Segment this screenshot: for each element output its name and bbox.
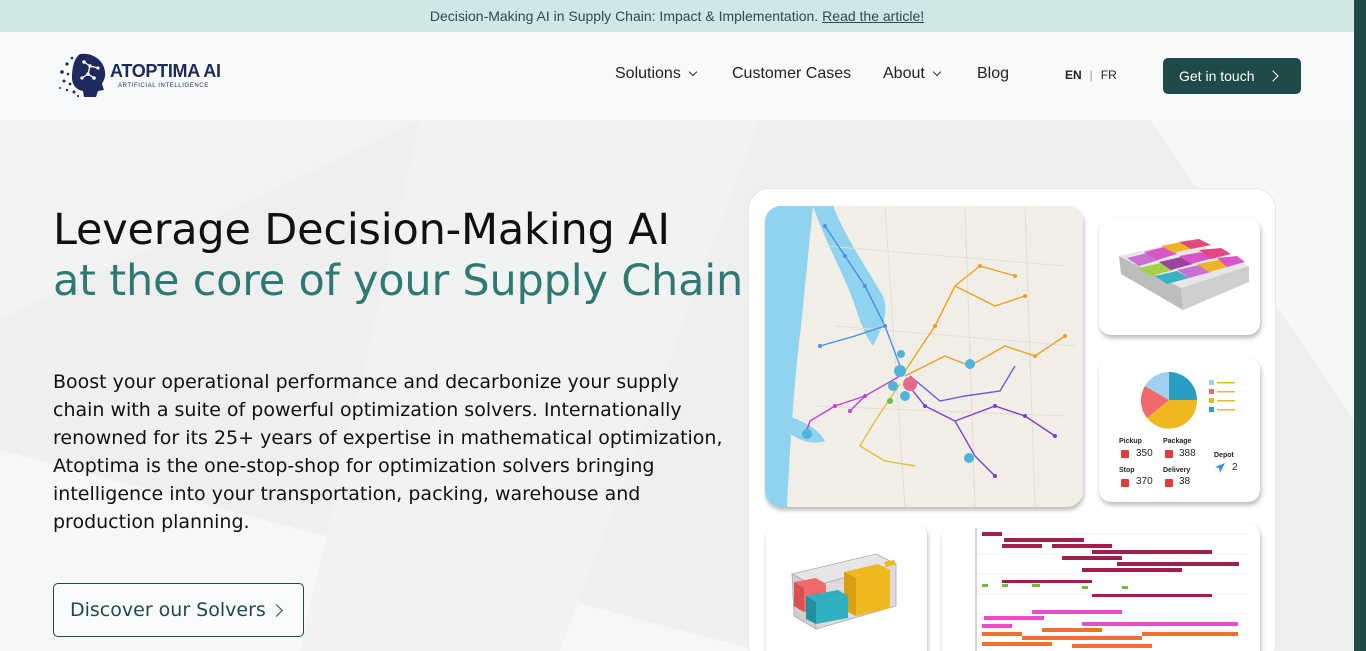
package-icon [1165, 450, 1173, 458]
announcement-text: Decision-Making AI in Supply Chain: Impa… [429, 8, 819, 24]
warehouse-graphic [1119, 239, 1249, 310]
stop-icon [1121, 479, 1129, 487]
lang-fr[interactable]: FR [1101, 68, 1117, 82]
announcement-bar: Decision-Making AI in Supply Chain: Impa… [0, 0, 1354, 32]
get-in-touch-button[interactable]: Get in touch [1163, 58, 1301, 94]
nav-blog[interactable]: Blog [977, 65, 1009, 83]
hero-paragraph: Boost your operational performance and d… [53, 371, 723, 533]
nav-solutions-label: Solutions [615, 65, 681, 82]
navigation-arrow-icon [1215, 463, 1225, 473]
route-map-illustration [765, 206, 1083, 507]
map-graphic [765, 206, 1083, 507]
scrollbar-strip[interactable] [1354, 0, 1366, 651]
package-label: Package [1163, 438, 1192, 445]
site-header: ATOPTIMA AI ARTIFICIAL INTELLIGENCE Solu… [0, 32, 1354, 120]
nav-blog-label: Blog [977, 65, 1010, 82]
chevron-down-icon [688, 67, 698, 77]
package-value: 388 [1179, 448, 1196, 459]
stop-value: 370 [1136, 476, 1153, 487]
chevron-down-icon [932, 67, 942, 77]
pie-chart-graphic [1140, 372, 1235, 429]
chevron-right-icon [270, 604, 283, 617]
depot-value: 2 [1232, 462, 1238, 473]
nav-about[interactable]: About [883, 65, 942, 83]
nav-about-label: About [883, 65, 925, 82]
chevron-right-icon [1267, 70, 1279, 82]
stop-label: Stop [1119, 467, 1135, 474]
lang-en[interactable]: EN [1065, 68, 1082, 82]
gantt-graphic [962, 528, 1252, 651]
logo[interactable]: ATOPTIMA AI ARTIFICIAL INTELLIGENCE [58, 50, 228, 100]
announcement-link[interactable]: Read the article! [822, 8, 924, 24]
hero-title-line1: Leverage Decision-Making AI [53, 205, 670, 255]
get-in-touch-label: Get in touch [1179, 68, 1255, 84]
delivery-label: Delivery [1163, 467, 1191, 474]
pickup-icon [1121, 450, 1129, 458]
brain-head-icon [59, 53, 106, 98]
pickup-value: 350 [1136, 448, 1153, 459]
container-packing-illustration [766, 524, 927, 651]
lang-separator: | [1089, 68, 1093, 82]
brand-tagline: ARTIFICIAL INTELLIGENCE [118, 83, 209, 89]
delivery-stats-illustration: Pickup 350 Package 388 Stop 370 Delivery… [1099, 358, 1260, 502]
brand-name: ATOPTIMA AI [110, 61, 221, 81]
language-switcher: EN | FR [1065, 68, 1117, 82]
production-schedule-illustration [942, 524, 1260, 651]
discover-solvers-button[interactable]: Discover our Solvers [53, 583, 304, 637]
nav-customer-cases[interactable]: Customer Cases [732, 65, 851, 83]
nav-solutions[interactable]: Solutions [615, 65, 698, 83]
delivery-value: 38 [1179, 476, 1191, 487]
discover-solvers-label: Discover our Solvers [70, 599, 266, 621]
pickup-label: Pickup [1119, 438, 1142, 445]
depot-label: Depot [1214, 452, 1234, 459]
container-graphic [790, 553, 898, 630]
nav-customer-cases-label: Customer Cases [732, 65, 852, 82]
warehouse-layout-illustration [1099, 218, 1260, 335]
hero-title-line2: at the core of your Supply Chain [53, 256, 744, 306]
delivery-icon [1165, 479, 1173, 487]
